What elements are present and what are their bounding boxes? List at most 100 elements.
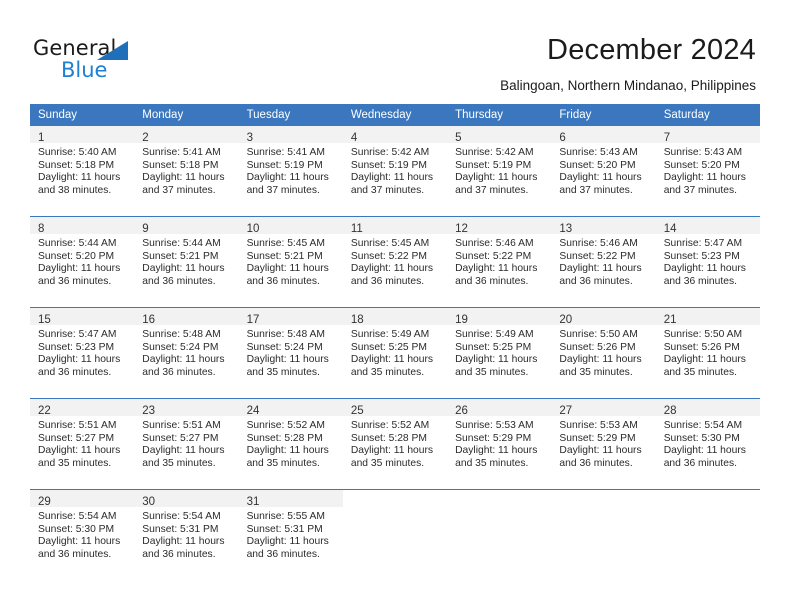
day-cell[interactable]: 6 Sunrise: 5:43 AM Sunset: 5:20 PM Daylight… — [551, 126, 656, 217]
daylight-text-line1: Daylight: 11 hours — [559, 263, 642, 275]
day-cell[interactable]: 4 Sunrise: 5:42 AM Sunset: 5:19 PM Daylight… — [342, 126, 448, 217]
sunset-text: Sunset: 5:31 PM — [142, 523, 219, 535]
sunrise-text: Sunrise: 5:53 AM — [559, 420, 638, 431]
day-number: 15 — [38, 314, 51, 326]
day-number: 18 — [350, 314, 364, 326]
day-cell[interactable]: 21 Sunrise: 5:50 AM Sunset: 5:26 PM Dayligh… — [655, 307, 760, 399]
day-cell[interactable]: 17 Sunrise: 5:48 AM Sunset: 5:24 PM Dayligh… — [238, 307, 343, 399]
sunrise-text: Sunrise: 5:51 AM — [38, 420, 117, 431]
daylight-text-line2: and 35 minutes. — [38, 457, 112, 469]
sunset-text: Sunset: 5:26 PM — [663, 341, 740, 353]
day-cell[interactable]: 18 Sunrise: 5:49 AM Sunset: 5:25 PM Dayligh… — [342, 307, 448, 399]
daylight-text-line1: Daylight: 11 hours — [455, 263, 538, 275]
sunset-text: Sunset: 5:25 PM — [350, 341, 427, 353]
day-cell[interactable]: 11 Sunrise: 5:45 AM Sunset: 5:22 PM Dayligh… — [342, 216, 448, 308]
day-number: 19 — [455, 314, 468, 326]
week-row: 22 Sunrise: 5:51 AM Sunset: 5:27 PM Dayligh… — [30, 398, 760, 490]
week-row: 8 Sunrise: 5:44 AM Sunset: 5:20 PM Daylight… — [30, 216, 760, 308]
day-cell[interactable]: 16 Sunrise: 5:48 AM Sunset: 5:24 PM Dayligh… — [134, 307, 239, 399]
sunset-text: Sunset: 5:22 PM — [455, 250, 532, 262]
daylight-text-line2: and 35 minutes. — [142, 457, 216, 469]
sunrise-text: Sunrise: 5:50 AM — [559, 329, 638, 340]
sunset-text: Sunset: 5:20 PM — [663, 159, 740, 171]
day-cell[interactable]: 14 Sunrise: 5:47 AM Sunset: 5:23 PM Dayligh… — [655, 216, 760, 308]
day-number: 1 — [38, 132, 45, 144]
day-cell[interactable]: 2 Sunrise: 5:41 AM Sunset: 5:18 PM Daylight… — [134, 126, 239, 217]
day-cell[interactable]: 28 Sunrise: 5:54 AM Sunset: 5:30 PM Dayligh… — [655, 398, 760, 490]
sunrise-text: Sunrise: 5:55 AM — [246, 511, 325, 522]
sunrise-text: Sunrise: 5:48 AM — [246, 329, 325, 340]
sunset-text: Sunset: 5:23 PM — [38, 341, 115, 353]
sunrise-text: Sunrise: 5:40 AM — [38, 147, 117, 158]
day-cell-empty — [447, 489, 552, 580]
sunset-text: Sunset: 5:24 PM — [246, 341, 323, 353]
week-row: 1 Sunrise: 5:40 AM Sunset: 5:18 PM Daylight… — [30, 126, 760, 217]
day-number: 31 — [246, 496, 260, 508]
calendar-header-row: Sunday Monday Tuesday Wednesday Thursday… — [30, 104, 760, 126]
sunset-text: Sunset: 5:28 PM — [350, 432, 427, 444]
daylight-text-line1: Daylight: 11 hours — [38, 172, 121, 184]
sunrise-text: Sunrise: 5:50 AM — [663, 329, 743, 340]
calendar-body: 1 Sunrise: 5:40 AM Sunset: 5:18 PM Daylight… — [30, 126, 760, 580]
daylight-text-line2: and 36 minutes. — [663, 275, 737, 287]
day-cell-empty — [342, 489, 448, 580]
day-cell[interactable]: 29 Sunrise: 5:54 AM Sunset: 5:30 PM Dayligh… — [30, 489, 135, 580]
day-number: 25 — [350, 405, 364, 417]
day-number: 6 — [559, 132, 566, 144]
sunrise-text: Sunrise: 5:52 AM — [350, 420, 430, 431]
day-cell[interactable]: 26 Sunrise: 5:53 AM Sunset: 5:29 PM Dayligh… — [447, 398, 552, 490]
daylight-text-line2: and 36 minutes. — [246, 548, 320, 560]
sunrise-text: Sunrise: 5:54 AM — [38, 511, 117, 522]
day-cell[interactable]: 24 Sunrise: 5:52 AM Sunset: 5:28 PM Dayligh… — [238, 398, 343, 490]
day-cell[interactable]: 3 Sunrise: 5:41 AM Sunset: 5:19 PM Daylight… — [238, 126, 343, 217]
day-cell[interactable]: 12 Sunrise: 5:46 AM Sunset: 5:22 PM Dayligh… — [447, 216, 552, 308]
daylight-text-line1: Daylight: 11 hours — [142, 354, 225, 366]
daylight-text-line1: Daylight: 11 hours — [38, 445, 121, 457]
day-number: 5 — [455, 132, 462, 144]
sunset-text: Sunset: 5:24 PM — [142, 341, 219, 353]
sunset-text: Sunset: 5:31 PM — [246, 523, 323, 535]
day-cell[interactable]: 13 Sunrise: 5:46 AM Sunset: 5:22 PM Dayligh… — [551, 216, 656, 308]
sunrise-text: Sunrise: 5:44 AM — [142, 238, 221, 249]
daylight-text-line2: and 35 minutes. — [350, 366, 425, 378]
sunrise-text: Sunrise: 5:49 AM — [455, 329, 534, 340]
day-cell[interactable]: 23 Sunrise: 5:51 AM Sunset: 5:27 PM Dayligh… — [134, 398, 239, 490]
sunrise-text: Sunrise: 5:52 AM — [246, 420, 325, 431]
day-cell[interactable]: 5 Sunrise: 5:42 AM Sunset: 5:19 PM Daylight… — [447, 126, 552, 217]
day-cell[interactable]: 15 Sunrise: 5:47 AM Sunset: 5:23 PM Dayligh… — [30, 307, 135, 399]
daylight-text-line2: and 35 minutes. — [350, 457, 425, 469]
day-cell[interactable]: 22 Sunrise: 5:51 AM Sunset: 5:27 PM Dayligh… — [30, 398, 135, 490]
sunset-text: Sunset: 5:30 PM — [38, 523, 115, 535]
sunrise-text: Sunrise: 5:54 AM — [142, 511, 221, 522]
weekday-header-monday: Monday — [134, 104, 239, 126]
daylight-text-line1: Daylight: 11 hours — [142, 263, 225, 275]
daylight-text-line2: and 35 minutes. — [455, 457, 529, 469]
day-cell[interactable]: 27 Sunrise: 5:53 AM Sunset: 5:29 PM Dayligh… — [551, 398, 656, 490]
day-cell[interactable]: 9 Sunrise: 5:44 AM Sunset: 5:21 PM Daylight… — [134, 216, 239, 308]
day-cell[interactable]: 30 Sunrise: 5:54 AM Sunset: 5:31 PM Dayligh… — [134, 489, 239, 580]
day-cell[interactable]: 7 Sunrise: 5:43 AM Sunset: 5:20 PM Daylight… — [655, 126, 760, 217]
day-cell[interactable]: 19 Sunrise: 5:49 AM Sunset: 5:25 PM Dayligh… — [447, 307, 552, 399]
day-cell[interactable]: 20 Sunrise: 5:50 AM Sunset: 5:26 PM Dayligh… — [551, 307, 656, 399]
day-number: 21 — [663, 314, 677, 326]
day-number: 11 — [350, 223, 363, 235]
daylight-text-line2: and 35 minutes. — [663, 366, 737, 378]
day-number: 13 — [559, 223, 573, 235]
day-cell[interactable]: 31 Sunrise: 5:55 AM Sunset: 5:31 PM Dayligh… — [238, 489, 343, 580]
daylight-text-line1: Daylight: 11 hours — [455, 445, 538, 457]
daylight-text-line2: and 36 minutes. — [246, 275, 320, 287]
daylight-text-line2: and 36 minutes. — [38, 275, 112, 287]
day-number: 27 — [559, 405, 573, 417]
sunset-text: Sunset: 5:20 PM — [38, 250, 115, 262]
weekday-header-friday: Friday — [551, 104, 656, 126]
day-cell[interactable]: 1 Sunrise: 5:40 AM Sunset: 5:18 PM Daylight… — [30, 126, 135, 217]
day-number: 22 — [38, 405, 51, 417]
day-cell[interactable]: 10 Sunrise: 5:45 AM Sunset: 5:21 PM Dayligh… — [238, 216, 343, 308]
sunset-text: Sunset: 5:18 PM — [38, 159, 115, 171]
day-cell[interactable]: 8 Sunrise: 5:44 AM Sunset: 5:20 PM Daylight… — [30, 216, 135, 308]
general-blue-logo[interactable]: General Blue — [33, 36, 183, 84]
day-number: 23 — [142, 405, 156, 417]
day-cell[interactable]: 25 Sunrise: 5:52 AM Sunset: 5:28 PM Dayligh… — [342, 398, 448, 490]
daylight-text-line1: Daylight: 11 hours — [663, 263, 746, 275]
sunrise-text: Sunrise: 5:47 AM — [663, 238, 743, 249]
